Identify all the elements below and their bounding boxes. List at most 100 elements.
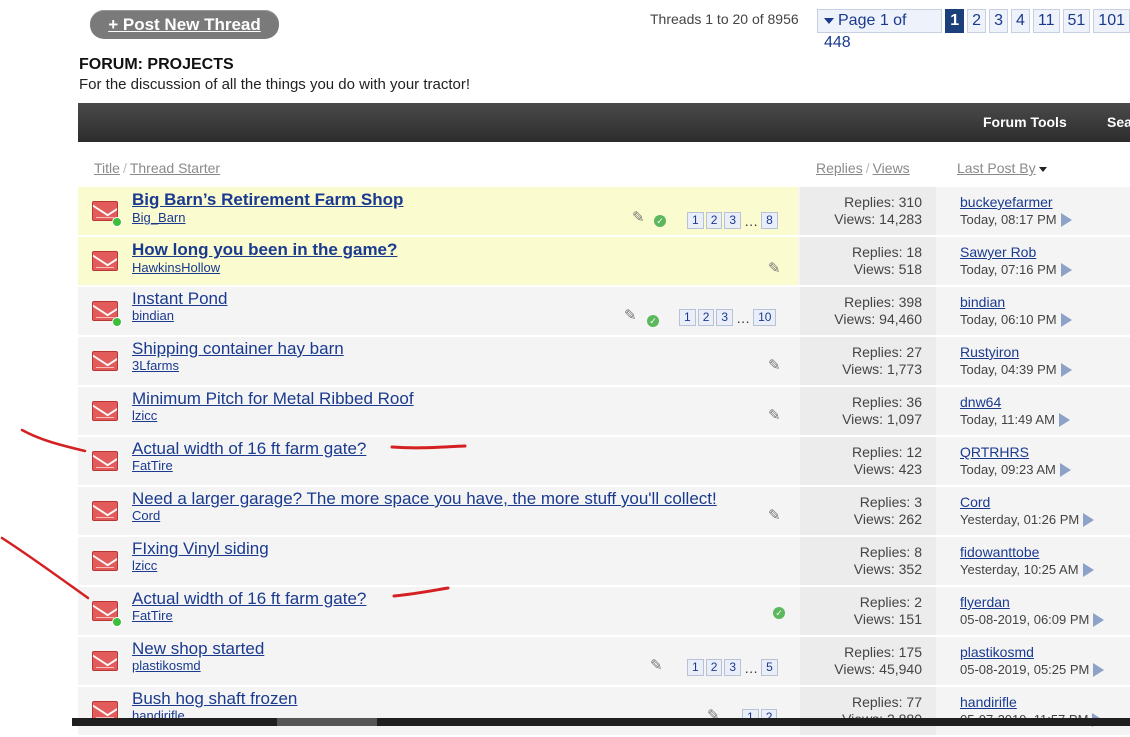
thread-title-link[interactable]: Bush hog shaft frozen	[132, 689, 297, 709]
thread-title-link[interactable]: Actual width of 16 ft farm gate?	[132, 439, 366, 459]
thread-starter-link[interactable]: HawkinsHollow	[132, 260, 220, 275]
sort-desc-icon	[1038, 166, 1047, 172]
thread-starter-link[interactable]: lzicc	[132, 558, 157, 573]
thread-title-cell: Actual width of 16 ft farm gate? FatTire	[78, 437, 798, 485]
thread-title-cell: How long you been in the game? HawkinsHo…	[78, 237, 798, 285]
thread-page-link[interactable]: 2	[697, 309, 715, 326]
page-link[interactable]: 51	[1062, 9, 1091, 33]
paperclip-icon: ✎	[768, 260, 781, 277]
thread-title-link[interactable]: Need a larger garage? The more space you…	[132, 489, 717, 509]
forum-tools-menu[interactable]: Forum Tools	[983, 114, 1067, 130]
page-link[interactable]: 3	[989, 9, 1008, 33]
thread-page-link[interactable]: 3	[716, 309, 734, 326]
thread-starter-link[interactable]: FatTire	[132, 458, 173, 473]
thread-title-cell: Need a larger garage? The more space you…	[78, 487, 798, 535]
last-post-date: 05-08-2019, 06:09 PM	[960, 612, 1090, 627]
replies-count: Replies: 27	[851, 344, 922, 360]
last-poster-link[interactable]: Rustyiron	[960, 344, 1019, 360]
last-post: fidowanttobe Yesterday, 10:25 AM	[960, 544, 1094, 578]
column-header-last-post: Last Post By	[957, 160, 1047, 176]
thread-title-link[interactable]: Actual width of 16 ft farm gate?	[132, 589, 366, 609]
sort-by-views-link[interactable]: Views	[873, 160, 910, 176]
thread-starter-link[interactable]: bindian	[132, 308, 174, 323]
thread-title-link[interactable]: Shipping container hay barn	[132, 339, 344, 359]
thread-starter-link[interactable]: Big_Barn	[132, 210, 185, 225]
thread-title-link[interactable]: Minimum Pitch for Metal Ribbed Roof	[132, 389, 414, 409]
page-link[interactable]: 11	[1032, 9, 1060, 33]
sort-by-replies-link[interactable]: Replies	[816, 160, 863, 176]
envelope-icon	[92, 651, 118, 671]
arrow-right-icon[interactable]	[1083, 513, 1095, 528]
thread-starter-link[interactable]: 3Lfarms	[132, 358, 179, 373]
last-post: QRTRHRS Today, 09:23 AM	[960, 444, 1071, 478]
views-count: Views: 1,773	[842, 361, 922, 377]
thread-page-link[interactable]: 10	[753, 309, 777, 326]
thread-page-link[interactable]: 8	[761, 212, 778, 229]
replies-count: Replies: 3	[859, 494, 922, 510]
thread-title-link[interactable]: How long you been in the game?	[132, 240, 397, 260]
bottom-scrollbar[interactable]	[72, 718, 1130, 726]
arrow-right-icon[interactable]	[1060, 313, 1072, 328]
thread-page-link[interactable]: 2	[705, 212, 723, 229]
arrow-right-icon[interactable]	[1060, 213, 1072, 228]
page-link-current[interactable]: 1	[945, 9, 965, 33]
last-poster-link[interactable]: Cord	[960, 494, 990, 510]
replies-count: Replies: 175	[844, 644, 922, 660]
threads-count: Threads 1 to 20 of 8956	[650, 11, 799, 27]
page-link[interactable]: 2	[967, 9, 987, 33]
sort-by-title-link[interactable]: Title	[94, 160, 120, 176]
views-count: Views: 352	[853, 561, 922, 577]
arrow-right-icon[interactable]	[1093, 663, 1105, 678]
thread-starter-link[interactable]: FatTire	[132, 608, 173, 623]
last-poster-link[interactable]: bindian	[960, 294, 1005, 310]
thread-starter-link[interactable]: Cord	[132, 508, 160, 523]
thread-title-link[interactable]: Big Barn’s Retirement Farm Shop	[132, 190, 403, 210]
thread-page-link[interactable]: 5	[761, 659, 778, 676]
thread-page-link[interactable]: 1	[687, 659, 704, 676]
thread-page-link[interactable]: 2	[705, 659, 723, 676]
thread-stats-cell: Replies: 310 Views: 14,283	[800, 187, 936, 235]
thread-row: Instant Pond bindian ✎ ✓ 1 2 3 … 10 Repl…	[78, 287, 1130, 337]
thread-page-link[interactable]: 1	[687, 212, 704, 229]
thread-starter-link[interactable]: lzicc	[132, 408, 157, 423]
thread-page-link[interactable]: 1	[679, 309, 696, 326]
thread-title-cell: Instant Pond bindian ✎ ✓ 1 2 3 … 10	[78, 287, 798, 335]
sort-by-starter-link[interactable]: Thread Starter	[130, 160, 220, 176]
separator: /	[122, 160, 127, 176]
arrow-right-icon[interactable]	[1059, 463, 1071, 478]
envelope-icon	[92, 351, 118, 371]
ellipsis: …	[744, 212, 759, 229]
views-count: Views: 151	[853, 611, 922, 627]
last-poster-link[interactable]: handirifle	[960, 694, 1017, 710]
thread-page-link[interactable]: 3	[724, 212, 742, 229]
last-poster-link[interactable]: flyerdan	[960, 594, 1010, 610]
sort-by-last-post-link[interactable]: Last Post By	[957, 160, 1036, 176]
last-post-date: Today, 08:17 PM	[960, 212, 1057, 227]
arrow-right-icon[interactable]	[1060, 263, 1072, 278]
page-jump-dropdown[interactable]: Page 1 of 448	[817, 9, 943, 51]
thread-page-link[interactable]: 3	[724, 659, 742, 676]
last-poster-link[interactable]: plastikosmd	[960, 644, 1034, 660]
page-link[interactable]: 4	[1010, 9, 1030, 33]
last-post: flyerdan 05-08-2019, 06:09 PM	[960, 594, 1105, 628]
views-count: Views: 262	[853, 511, 922, 527]
thread-title-link[interactable]: Instant Pond	[132, 289, 227, 309]
last-post-date: Today, 11:49 AM	[960, 412, 1055, 427]
last-poster-link[interactable]: fidowanttobe	[960, 544, 1039, 560]
page-link[interactable]: 101	[1093, 9, 1130, 33]
arrow-right-icon[interactable]	[1058, 413, 1070, 428]
arrow-right-icon[interactable]	[1093, 613, 1105, 628]
last-poster-link[interactable]: dnw64	[960, 394, 1001, 410]
thread-pages: 1 2 3 … 10	[679, 309, 777, 326]
post-new-thread-button[interactable]: + Post New Thread	[90, 10, 279, 39]
thread-title-link[interactable]: FIxing Vinyl siding	[132, 539, 269, 559]
last-poster-link[interactable]: buckeyefarmer	[960, 194, 1053, 210]
last-poster-link[interactable]: QRTRHRS	[960, 444, 1029, 460]
arrow-right-icon[interactable]	[1082, 563, 1094, 578]
thread-starter-link[interactable]: plastikosmd	[132, 658, 201, 673]
thread-title-link[interactable]: New shop started	[132, 639, 264, 659]
search-menu[interactable]: Sea	[1107, 114, 1130, 130]
thread-stats-cell: Replies: 175 Views: 45,940	[800, 637, 936, 685]
last-poster-link[interactable]: Sawyer Rob	[960, 244, 1036, 260]
arrow-right-icon[interactable]	[1060, 363, 1072, 378]
